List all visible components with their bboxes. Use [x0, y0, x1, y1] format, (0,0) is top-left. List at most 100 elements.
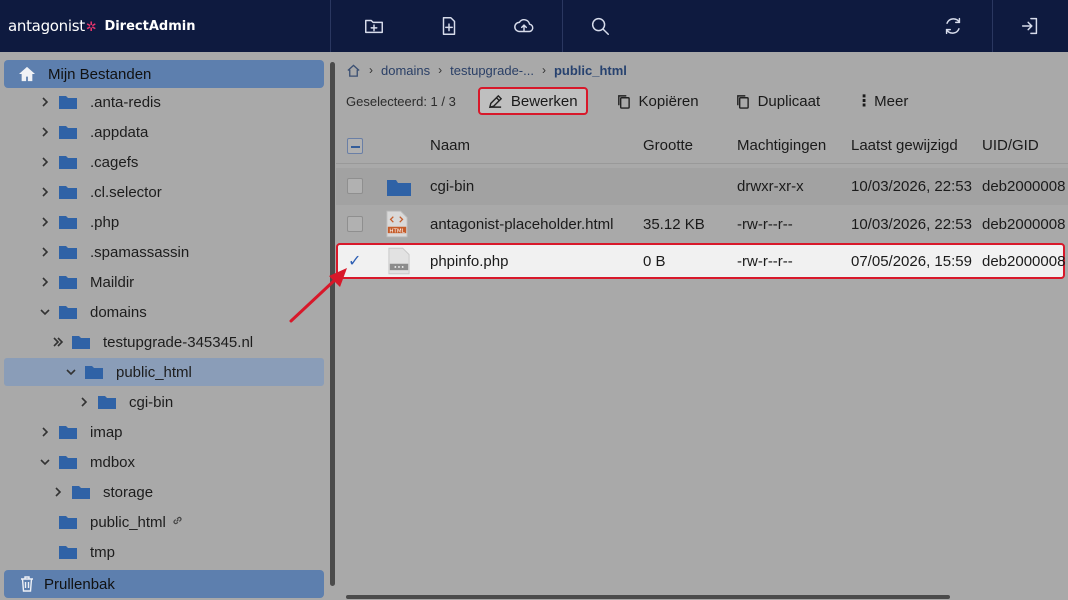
sidebar-item-label: tmp: [90, 543, 116, 561]
upload-icon[interactable]: [511, 13, 537, 39]
column-size[interactable]: Grootte: [643, 137, 693, 154]
more-button[interactable]: ⋮ Meer: [848, 87, 916, 115]
new-file-icon[interactable]: [436, 13, 462, 39]
chevron-right-icon[interactable]: [77, 395, 91, 409]
pencil-icon: [488, 94, 502, 108]
sidebar-item-label: .cagefs: [90, 153, 139, 171]
file-modified: 10/03/2026, 22:53: [851, 178, 972, 195]
search-icon[interactable]: [587, 13, 613, 39]
sidebar-item[interactable]: public_html: [4, 358, 324, 386]
brand-logo: antagonist✲: [8, 17, 97, 35]
sidebar-footer-label: Prullenbak: [44, 575, 115, 593]
sidebar-item[interactable]: mdbox: [0, 448, 324, 476]
file-permissions: -rw-r--r--: [737, 216, 793, 233]
column-permissions[interactable]: Machtigingen: [737, 137, 826, 154]
selection-count: Geselecteerd: 1 / 3: [346, 93, 456, 109]
divider: [562, 0, 563, 52]
table-row[interactable]: HTML antagonist-placeholder.html 35.12 K…: [336, 206, 1068, 243]
sidebar-item-label: .cl.selector: [90, 183, 162, 201]
file-uid: deb2000008: [982, 253, 1066, 270]
sidebar-item-label: public_html: [116, 363, 192, 381]
breadcrumb: › domains › testupgrade-... › public_htm…: [346, 61, 627, 79]
edit-button[interactable]: Bewerken: [477, 87, 588, 115]
php-file-icon: [388, 247, 410, 278]
refresh-icon[interactable]: [940, 13, 966, 39]
file-name[interactable]: phpinfo.php: [430, 253, 508, 270]
folder-icon: [58, 154, 78, 170]
column-modified[interactable]: Laatst gewijzigd: [851, 137, 958, 154]
sidebar-item-label: cgi-bin: [129, 393, 174, 411]
duplicate-button-label: Duplicaat: [757, 92, 821, 110]
sidebar-item[interactable]: cgi-bin: [0, 388, 324, 416]
chevron-right-icon[interactable]: [51, 485, 65, 499]
home-icon[interactable]: [346, 63, 361, 78]
breadcrumb-item[interactable]: testupgrade-...: [450, 63, 534, 78]
file-table: Naam Grootte Machtigingen Laatst gewijzi…: [336, 128, 1068, 590]
table-row-selected[interactable]: ✓ phpinfo.php 0 B -rw-r--r-- 07/05/2026,…: [336, 243, 1065, 279]
more-button-label: Meer: [874, 92, 909, 110]
sidebar-item[interactable]: .anta-redis: [0, 88, 324, 116]
row-checkbox[interactable]: [347, 216, 363, 232]
link-icon: [172, 515, 183, 529]
chevron-down-icon[interactable]: [64, 365, 78, 379]
folder-icon: [58, 94, 78, 110]
sidebar-item[interactable]: tmp: [0, 538, 324, 566]
divider: [330, 0, 331, 52]
file-name[interactable]: cgi-bin: [430, 178, 474, 195]
sidebar-item-label: mdbox: [90, 453, 136, 471]
sidebar-item-label: public_html: [90, 513, 166, 531]
chevron-right-icon[interactable]: [38, 185, 52, 199]
sidebar-item[interactable]: testupgrade-345345.nl: [0, 328, 324, 356]
file-modified: 07/05/2026, 15:59: [851, 253, 972, 270]
sidebar-item[interactable]: .php: [0, 208, 324, 236]
chevron-right-icon[interactable]: [38, 215, 52, 229]
chevron-right-icon: ›: [369, 63, 373, 77]
duplicate-icon: [736, 94, 749, 109]
sidebar-item[interactable]: .appdata: [0, 118, 324, 146]
sidebar-item[interactable]: .cl.selector: [0, 178, 324, 206]
file-size: 35.12 KB: [643, 216, 705, 233]
sidebar-item-label: storage: [103, 483, 154, 501]
chevrons-right-icon[interactable]: [51, 335, 65, 349]
chevron-right-icon: ›: [541, 63, 546, 77]
sidebar-item-label: .spamassassin: [90, 243, 190, 261]
chevron-right-icon: ›: [438, 63, 443, 77]
new-folder-icon[interactable]: [361, 13, 387, 39]
column-name[interactable]: Naam: [430, 137, 470, 154]
logout-icon[interactable]: [1017, 13, 1043, 39]
sidebar-item[interactable]: storage: [0, 478, 324, 506]
sidebar-item[interactable]: .cagefs: [0, 148, 324, 176]
sidebar-item[interactable]: Maildir: [0, 268, 324, 296]
sidebar-trash[interactable]: Prullenbak: [4, 570, 324, 598]
duplicate-button[interactable]: Duplicaat: [727, 87, 829, 115]
table-header: Naam Grootte Machtigingen Laatst gewijzi…: [336, 128, 1068, 164]
chevron-right-icon[interactable]: [38, 155, 52, 169]
folder-icon: [84, 364, 104, 380]
sidebar-item[interactable]: imap: [0, 418, 324, 446]
chevron-right-icon[interactable]: [38, 425, 52, 439]
sidebar-home[interactable]: Mijn Bestanden: [4, 60, 324, 88]
chevron-right-icon[interactable]: [38, 275, 52, 289]
select-all-checkbox[interactable]: [347, 138, 363, 154]
copy-button[interactable]: Kopiëren: [608, 87, 707, 115]
chevron-down-icon[interactable]: [38, 455, 52, 469]
chevron-right-icon[interactable]: [38, 245, 52, 259]
sidebar-item-label: .php: [90, 213, 120, 231]
sidebar-item-label: .anta-redis: [90, 93, 161, 111]
column-uid[interactable]: UID/GID: [982, 137, 1039, 154]
table-row[interactable]: cgi-bin drwxr-xr-x 10/03/2026, 22:53 deb…: [336, 168, 1068, 205]
horizontal-scrollbar[interactable]: [346, 595, 950, 599]
sidebar-item[interactable]: .spamassassin: [0, 238, 324, 266]
breadcrumb-item[interactable]: domains: [381, 63, 430, 78]
file-name[interactable]: antagonist-placeholder.html: [430, 216, 613, 233]
sidebar-item[interactable]: domains: [0, 298, 324, 326]
folder-icon: [58, 274, 78, 290]
chevron-right-icon[interactable]: [38, 95, 52, 109]
row-checkbox[interactable]: [347, 178, 363, 194]
folder-icon: [58, 244, 78, 260]
chevron-right-icon[interactable]: [38, 125, 52, 139]
sidebar-item[interactable]: public_html: [0, 508, 324, 536]
brand[interactable]: antagonist✲ DirectAdmin: [8, 14, 195, 38]
chevron-down-icon[interactable]: [38, 305, 52, 319]
